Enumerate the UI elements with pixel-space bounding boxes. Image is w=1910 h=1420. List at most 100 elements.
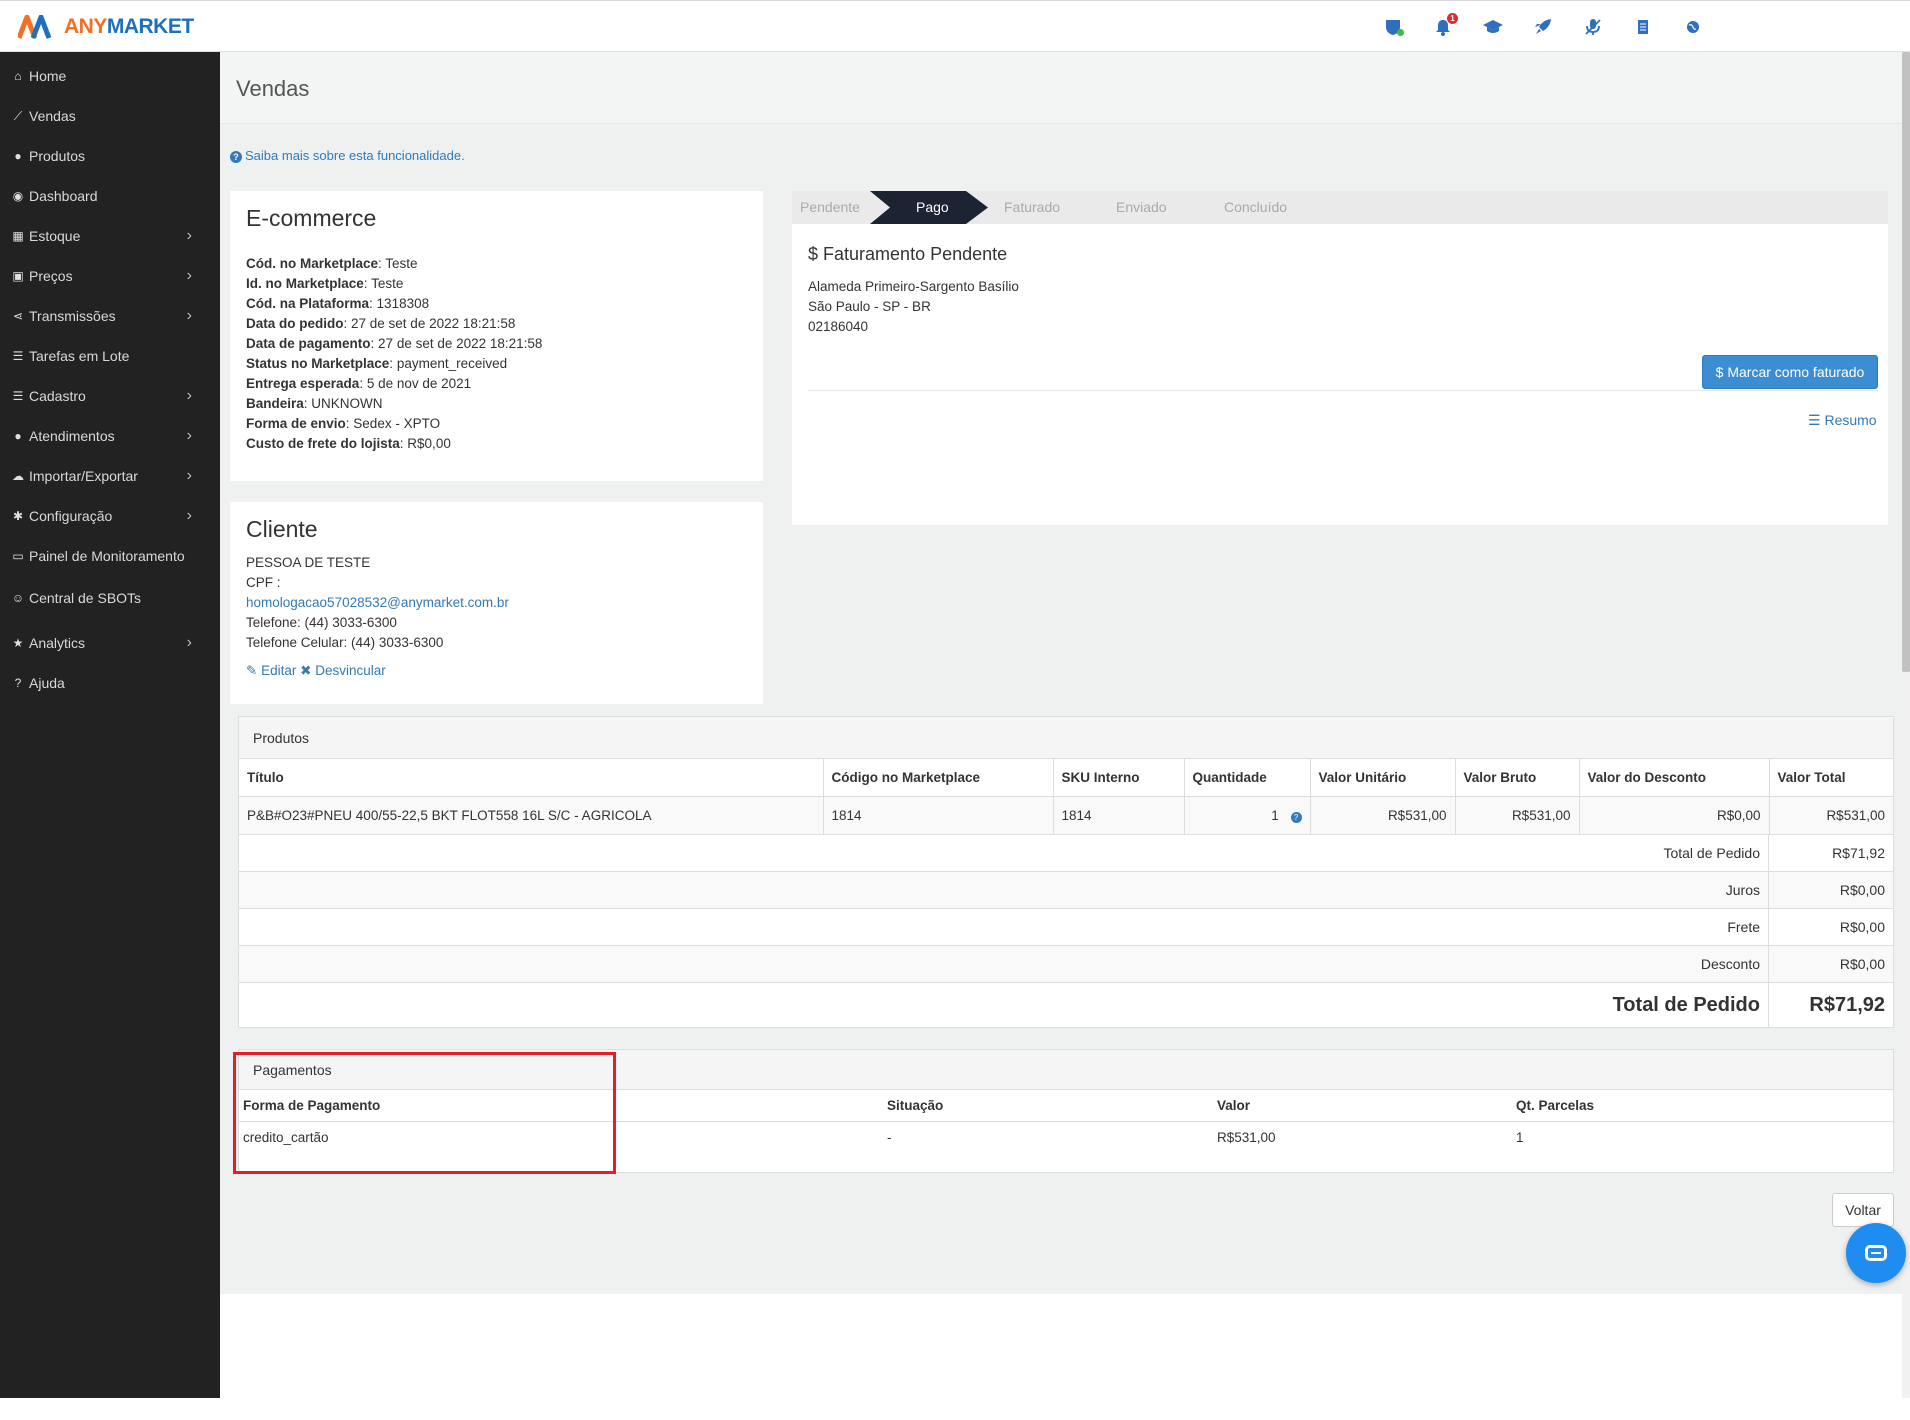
dollar-icon: $ bbox=[808, 244, 819, 264]
chevron-right-icon: › bbox=[186, 507, 192, 524]
sidebar-item-label: Importar/Exportar bbox=[29, 468, 138, 484]
sidebar-item-central-de-sbots[interactable]: ☺ Central de SBOTs bbox=[0, 583, 220, 613]
sidebar-item-precos[interactable]: ▣ Preços › bbox=[0, 261, 220, 291]
resumo-link[interactable]: ☰ Resumo bbox=[1808, 412, 1877, 429]
sidebar-item-label: Analytics bbox=[29, 635, 86, 651]
globe-icon[interactable] bbox=[1668, 15, 1718, 39]
sidebar-item-vendas[interactable]: ⟋ Vendas bbox=[0, 101, 220, 131]
graduation-cap-icon[interactable] bbox=[1468, 15, 1518, 39]
field-value: Teste bbox=[385, 256, 418, 271]
voltar-button[interactable]: Voltar bbox=[1832, 1193, 1894, 1227]
monitor-icon: ▭ bbox=[12, 549, 24, 563]
sidebar-item-atendimentos[interactable]: ● Atendimentos › bbox=[0, 421, 220, 451]
column-header: Código no Marketplace bbox=[823, 759, 1054, 797]
sidebar-item-ajuda[interactable]: ? Ajuda bbox=[0, 668, 220, 698]
step-enviado: Enviado bbox=[1116, 199, 1167, 215]
sidebar-item-analytics[interactable]: ★ Analytics › bbox=[0, 628, 220, 658]
bell-icon[interactable]: 1 bbox=[1418, 13, 1468, 39]
cliente-title: Cliente bbox=[246, 516, 318, 542]
column-header: Quantidade bbox=[1184, 759, 1311, 797]
total-value: R$0,00 bbox=[1839, 955, 1885, 972]
chevron-right-icon: › bbox=[186, 387, 192, 404]
chevron-right-icon: › bbox=[186, 307, 192, 324]
ecommerce-panel: E-commerce Cód. no Marketplace: Teste Id… bbox=[230, 191, 763, 481]
sidebar-item-configuracao[interactable]: ✱ Configuração › bbox=[0, 501, 220, 531]
robot-icon: ☺ bbox=[11, 591, 25, 605]
total-row: Juros R$0,00 bbox=[239, 871, 1893, 909]
chat-button[interactable] bbox=[1846, 1223, 1906, 1283]
column-header: Valor do Desconto bbox=[1579, 759, 1770, 797]
scrollbar-thumb[interactable] bbox=[1902, 52, 1910, 672]
rocket-icon[interactable] bbox=[1518, 15, 1568, 39]
table-cell: credito_cartão bbox=[243, 1130, 329, 1145]
sidebar-item-estoque[interactable]: ▦ Estoque › bbox=[0, 221, 220, 251]
question-circle-icon[interactable]: ? bbox=[1290, 811, 1302, 823]
logo-text: ANYMARKET bbox=[64, 15, 194, 39]
sidebar-item-label: Preços bbox=[29, 268, 73, 284]
sidebar-item-cadastro[interactable]: ☰ Cadastro › bbox=[0, 381, 220, 411]
sidebar-item-label: Vendas bbox=[29, 108, 76, 124]
notification-badge: 1 bbox=[1447, 13, 1458, 24]
total-row: Total de Pedido R$71,92 bbox=[239, 834, 1893, 872]
pagamentos-panel: Pagamentos Forma de Pagamento Situação V… bbox=[238, 1049, 1894, 1173]
produtos-panel: Produtos Título Código no Marketplace SK… bbox=[238, 716, 1894, 1028]
table-cell: R$0,00 bbox=[1579, 796, 1770, 835]
cliente-telefone: Telefone: (44) 3033-6300 bbox=[246, 615, 397, 630]
anymarket-logo[interactable]: ANYMARKET bbox=[18, 15, 194, 39]
sidebar-item-produtos[interactable]: ● Produtos bbox=[0, 141, 220, 171]
sidebar-item-label: Configuração bbox=[29, 508, 113, 524]
ecommerce-field: Cód. no Marketplace: Teste bbox=[246, 256, 418, 271]
ecommerce-field: Forma de envio: Sedex - XPTO bbox=[246, 416, 441, 431]
column-header: Valor Total bbox=[1769, 759, 1893, 797]
sidebar-item-home[interactable]: ⌂ Home bbox=[0, 61, 220, 91]
field-value: 27 de set de 2022 18:21:58 bbox=[378, 336, 543, 351]
address-line: Alameda Primeiro-Sargento Basílio bbox=[808, 279, 1019, 294]
sidebar-item-transmissoes[interactable]: ⋖ Transmissões › bbox=[0, 301, 220, 331]
column-header: Forma de Pagamento bbox=[243, 1098, 381, 1113]
quantity-value: 1 bbox=[1271, 807, 1279, 823]
column-header: Situação bbox=[887, 1098, 944, 1113]
unlink-link[interactable]: ✖ Desvincular bbox=[300, 663, 386, 678]
ecommerce-field: Data de pagamento: 27 de set de 2022 18:… bbox=[246, 336, 543, 351]
question-circle-icon: ? bbox=[230, 151, 242, 163]
unlink-label: Desvincular bbox=[315, 663, 386, 678]
edit-link[interactable]: ✎ Editar bbox=[246, 663, 296, 678]
table-cell: 1814 bbox=[1053, 796, 1185, 835]
field-value: Teste bbox=[371, 276, 404, 291]
cliente-cpf: CPF : bbox=[246, 575, 281, 590]
footer-area bbox=[228, 1294, 1902, 1398]
pagamentos-title: Pagamentos bbox=[239, 1050, 1893, 1090]
total-value: R$71,92 bbox=[1832, 844, 1885, 861]
field-label: Cód. no Marketplace bbox=[246, 256, 379, 271]
sidebar-item-dashboard[interactable]: ◉ Dashboard bbox=[0, 181, 220, 211]
table-row: credito_cartão - R$531,00 1 bbox=[239, 1122, 1893, 1154]
field-label: Custo de frete do lojista bbox=[246, 436, 400, 451]
help-link[interactable]: ? Saiba mais sobre esta funcionalidade. bbox=[230, 148, 465, 163]
produtos-title: Produtos bbox=[239, 717, 1893, 759]
microphone-icon[interactable] bbox=[1568, 15, 1618, 39]
question-icon: ? bbox=[14, 676, 22, 690]
shield-icon[interactable] bbox=[1368, 15, 1418, 39]
step-faturado: Faturado bbox=[1004, 199, 1061, 215]
document-icon[interactable] bbox=[1618, 15, 1668, 39]
column-header: Valor Unitário bbox=[1310, 759, 1456, 797]
column-header: Valor Bruto bbox=[1455, 759, 1580, 797]
column-header: SKU Interno bbox=[1053, 759, 1185, 797]
sidebar-item-label: Transmissões bbox=[29, 308, 116, 324]
table-cell: - bbox=[887, 1130, 892, 1145]
mark-as-invoiced-button[interactable]: $ Marcar como faturado bbox=[1702, 355, 1878, 389]
logo-mark-icon bbox=[18, 15, 52, 39]
sidebar-item-tarefas-em-lote[interactable]: ☰ Tarefas em Lote bbox=[0, 341, 220, 371]
sidebar-item-label: Dashboard bbox=[29, 188, 98, 204]
cliente-panel: Cliente PESSOA DE TESTE CPF : homologaca… bbox=[230, 502, 763, 704]
cliente-email-link[interactable]: homologacao57028532@anymarket.com.br bbox=[246, 593, 747, 613]
comments-icon: ● bbox=[14, 429, 22, 443]
total-label: Total de Pedido bbox=[239, 834, 1769, 871]
sidebar-item-importar-exportar[interactable]: ☁ Importar/Exportar › bbox=[0, 461, 220, 491]
share-icon: ⋖ bbox=[12, 309, 24, 323]
sidebar-item-label: Ajuda bbox=[29, 675, 65, 691]
total-value: R$0,00 bbox=[1839, 881, 1885, 898]
pencil-icon: ✎ bbox=[246, 663, 258, 678]
sidebar-item-label: Cadastro bbox=[29, 388, 86, 404]
sidebar-item-painel-de-monitoramento[interactable]: ▭ Painel de Monitoramento bbox=[0, 541, 220, 571]
